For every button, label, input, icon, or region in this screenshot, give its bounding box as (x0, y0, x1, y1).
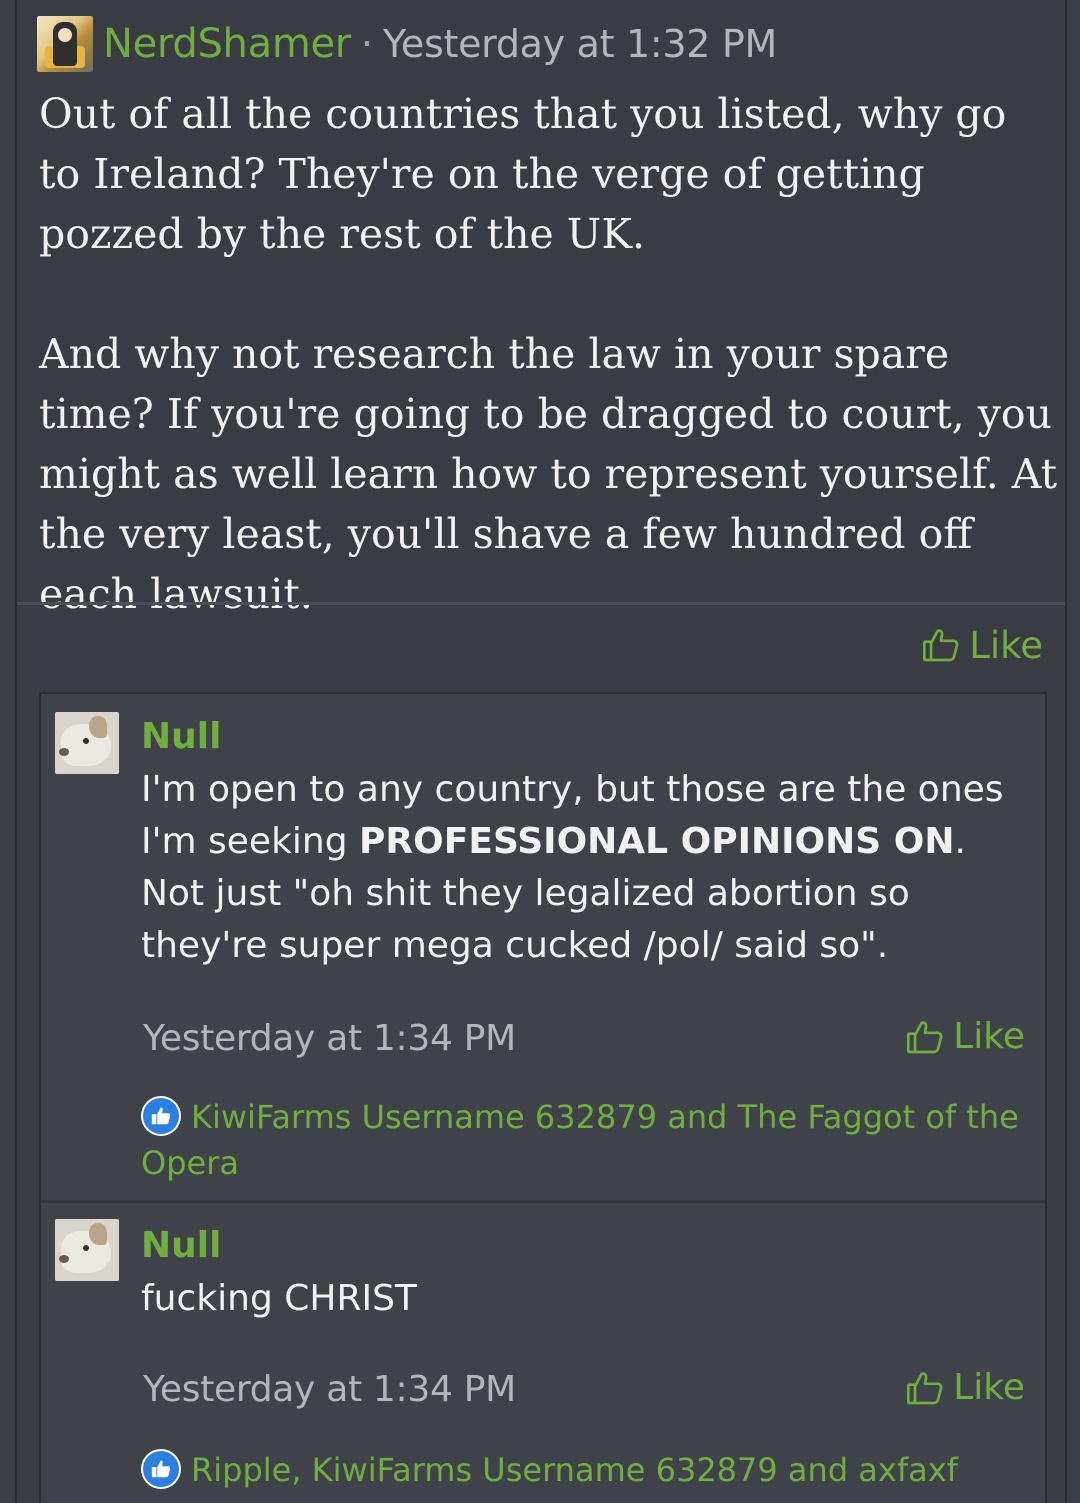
avatar[interactable] (37, 16, 93, 72)
comment-list: Null I'm open to any country, but those … (39, 692, 1047, 1503)
comment-author[interactable]: Null (141, 1225, 221, 1266)
post-body: Out of all the countries that you listed… (39, 84, 1059, 624)
comment-text-bold: PROFESSIONAL OPINIONS ON (359, 821, 955, 862)
avatar[interactable] (55, 1219, 119, 1281)
comment: Null fucking CHRIST Yesterday at 1:34 PM… (41, 1200, 1045, 1503)
post-paragraph: And why not research the law in your spa… (39, 330, 1058, 618)
thumbs-up-outline-icon (923, 629, 959, 662)
like-label: Like (953, 1367, 1025, 1408)
thumbs-up-badge-icon (141, 1449, 181, 1489)
comment-timestamp[interactable]: Yesterday at 1:34 PM (143, 1369, 516, 1410)
like-label: Like (969, 623, 1043, 667)
separator: · (360, 22, 374, 66)
post: NerdShamer · Yesterday at 1:32 PM Out of… (15, 0, 1067, 1503)
thumbs-up-outline-icon (907, 1020, 943, 1053)
divider (17, 602, 1065, 605)
liked-by-list[interactable]: Ripple, KiwiFarms Username 632879 and ax… (141, 1447, 1021, 1493)
like-label: Like (953, 1016, 1025, 1057)
post-paragraph: Out of all the countries that you listed… (39, 90, 1007, 258)
comment-timestamp[interactable]: Yesterday at 1:34 PM (143, 1018, 516, 1059)
author-link[interactable]: NerdShamer (103, 21, 351, 67)
post-timestamp[interactable]: Yesterday at 1:32 PM (383, 22, 777, 66)
thumbs-up-badge-icon (141, 1096, 181, 1136)
post-header: NerdShamer · Yesterday at 1:32 PM (37, 16, 777, 72)
thumbs-up-outline-icon (907, 1371, 943, 1404)
comment-text: I'm open to any country, but those are t… (141, 764, 1021, 972)
liked-by-list[interactable]: KiwiFarms Username 632879 and The Faggot… (141, 1094, 1021, 1186)
avatar[interactable] (55, 712, 119, 774)
comment-author[interactable]: Null (141, 716, 221, 757)
comment-text: fucking CHRIST (141, 1278, 417, 1319)
comment: Null I'm open to any country, but those … (41, 694, 1045, 1200)
liked-by-text: Ripple, KiwiFarms Username 632879 and ax… (191, 1451, 958, 1489)
like-button[interactable]: Like (921, 618, 1043, 672)
like-button[interactable]: Like (905, 1016, 1025, 1057)
like-button[interactable]: Like (905, 1367, 1025, 1408)
liked-by-text: KiwiFarms Username 632879 and The Faggot… (141, 1098, 1019, 1182)
